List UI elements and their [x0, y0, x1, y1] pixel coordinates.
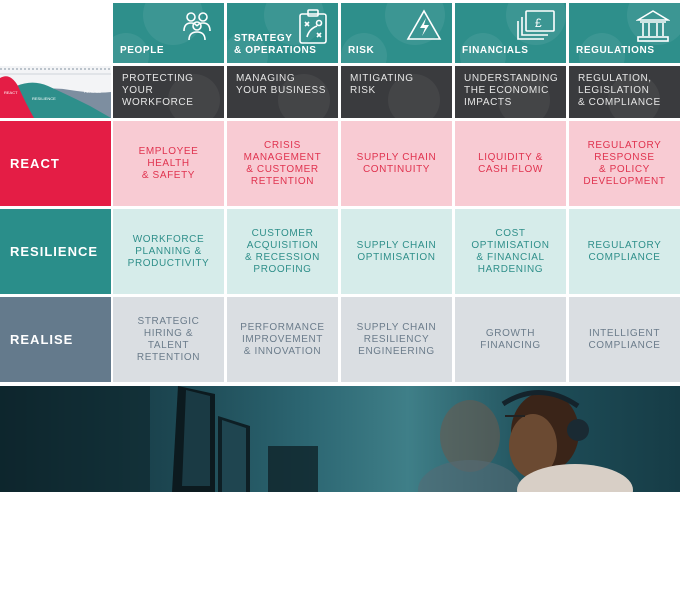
grid-cell: Supply chain continuity [341, 121, 452, 206]
grid-cell: Regulatory compliance [569, 209, 680, 294]
column-header-regulations: Regulations [569, 3, 680, 63]
column-subheader-people: Protecting your workforce [113, 66, 224, 118]
grid-cell: Supply chain optimisation [341, 209, 452, 294]
grid-cell: Performance improvement & innovation [227, 297, 338, 382]
column-subheader-financials: Understanding the economic impacts [455, 66, 566, 118]
column-subheader-label: Mitigating risk [350, 73, 414, 96]
svg-text:£: £ [535, 16, 542, 30]
column-subheader-label: Regulation, legislation & compliance [578, 73, 661, 108]
column-subheader-label: Protecting your workforce [122, 73, 194, 108]
column-header-risk: Risk [341, 3, 452, 63]
grid-cell: Regulatory response & policy development [569, 121, 680, 206]
grid-cell: Growth financing [455, 297, 566, 382]
column-header-strategy-operations: Strategy & Operations [227, 3, 338, 63]
column-header-label: Financials [462, 45, 529, 56]
grid-cell: Intelligent compliance [569, 297, 680, 382]
grid-cell: Workforce planning & productivity [113, 209, 224, 294]
curve-thumbnail-graphic: REACT RESILIENCE REALISE [0, 68, 111, 118]
grid-cell: Employee health & safety [113, 121, 224, 206]
row-label-realise: REALISE [0, 297, 111, 382]
thumbnail-label-realise: REALISE [84, 89, 101, 94]
grid-cell: Strategic hiring & talent retention [113, 297, 224, 382]
column-subheader-strategy-operations: Managing your business [227, 66, 338, 118]
column-subheader-label: Understanding the economic impacts [464, 73, 559, 108]
row-label-resilience: RESILIENCE [0, 209, 111, 294]
grid-cell: Supply chain resiliency engineering [341, 297, 452, 382]
column-subheader-label: Managing your business [236, 73, 327, 96]
office-photo [0, 386, 680, 492]
column-header-label: Risk [348, 45, 375, 56]
grid-cell: Crisis management & customer retention [227, 121, 338, 206]
column-header-label: People [120, 45, 165, 56]
grid-cell: Liquidity & cash flow [455, 121, 566, 206]
column-subheader-regulations: Regulation, legislation & compliance [569, 66, 680, 118]
column-header-financials: £ Financials [455, 3, 566, 63]
column-header-people: People [113, 3, 224, 63]
column-header-label: Regulations [576, 45, 655, 56]
grid-cell: Cost optimisation & financial hardening [455, 209, 566, 294]
grid-cell: Customer acquisition & recession proofin… [227, 209, 338, 294]
curve-thumbnail: REACT RESILIENCE REALISE [0, 66, 111, 118]
column-subheader-risk: Mitigating risk [341, 66, 452, 118]
thumbnail-label-react: REACT [4, 90, 18, 95]
thumbnail-label-resilience: RESILIENCE [32, 96, 56, 101]
column-header-label: Strategy & Operations [234, 33, 317, 56]
row-label-react: REACT [0, 121, 111, 206]
